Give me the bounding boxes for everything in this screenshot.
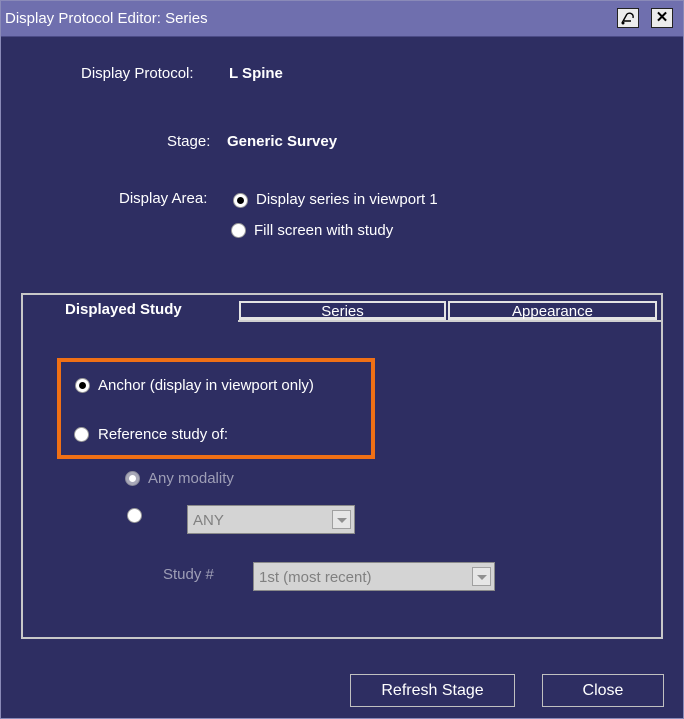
any-modality-label: Any modality <box>148 470 234 487</box>
display-area-label: Display Area: <box>119 190 208 207</box>
reference-option-label[interactable]: Reference study of: <box>98 426 228 443</box>
any-modality-radio[interactable] <box>125 471 140 486</box>
modality-select[interactable]: ANY <box>187 505 355 534</box>
modality-select-radio[interactable] <box>127 508 142 523</box>
tab-series[interactable]: Series <box>239 301 446 320</box>
tab-displayed-study[interactable]: Displayed Study <box>65 301 182 318</box>
display-series-option-label[interactable]: Display series in viewport 1 <box>256 191 438 208</box>
anchor-radio[interactable] <box>75 378 90 393</box>
study-number-value: 1st (most recent) <box>259 569 372 586</box>
display-series-radio[interactable] <box>233 193 248 208</box>
refresh-stage-button[interactable]: Refresh Stage <box>350 674 515 707</box>
reference-study-radio[interactable] <box>74 427 89 442</box>
title-bar[interactable]: Display Protocol Editor: Series ✕ <box>1 1 683 37</box>
help-pointer-icon[interactable] <box>617 8 639 28</box>
tab-divider <box>238 320 661 322</box>
tab-appearance[interactable]: Appearance <box>448 301 657 320</box>
fill-screen-radio[interactable] <box>231 223 246 238</box>
protocol-label: Display Protocol: <box>81 65 194 82</box>
close-button[interactable]: Close <box>542 674 664 707</box>
stage-value: Generic Survey <box>227 133 338 150</box>
protocol-value: L Spine <box>229 65 283 82</box>
study-number-select[interactable]: 1st (most recent) <box>253 562 495 591</box>
highlight-box <box>57 358 375 459</box>
window-title: Display Protocol Editor: Series <box>5 10 208 27</box>
chevron-down-icon[interactable] <box>472 567 491 586</box>
close-icon[interactable]: ✕ <box>651 8 673 28</box>
chevron-down-icon[interactable] <box>332 510 351 529</box>
modality-select-value: ANY <box>193 512 224 529</box>
study-number-label: Study # <box>163 566 214 583</box>
stage-label: Stage: <box>167 133 211 150</box>
dialog-window: Display Protocol Editor: Series ✕ Displa… <box>0 0 684 719</box>
anchor-option-label[interactable]: Anchor (display in viewport only) <box>98 377 314 394</box>
fill-screen-option-label[interactable]: Fill screen with study <box>254 222 393 239</box>
